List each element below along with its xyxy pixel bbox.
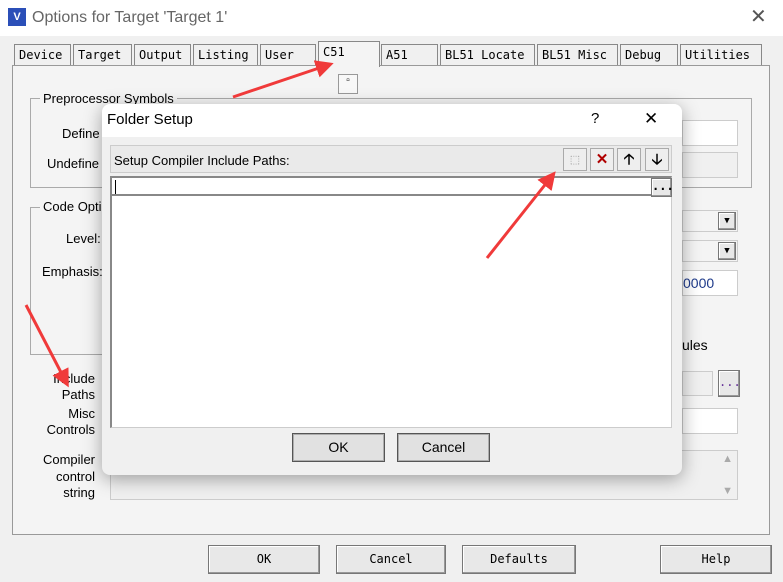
label-line: Include: [53, 371, 95, 386]
close-icon[interactable]: ✕: [644, 109, 658, 129]
undefine-label: Undefine: [47, 156, 100, 171]
chevron-down-icon[interactable]: ▼: [718, 242, 736, 260]
level-label: Level:: [66, 231, 101, 246]
help-icon[interactable]: ?: [591, 110, 599, 127]
folder-setup-dialog: Folder Setup ? ✕ Setup Compiler Include …: [102, 104, 682, 475]
tab-c51[interactable]: C51: [318, 41, 380, 67]
paths-list[interactable]: ...: [110, 176, 674, 428]
dialog-title-bar: Folder Setup ? ✕: [102, 104, 682, 137]
include-paths-label: Include Paths: [30, 371, 95, 403]
close-icon[interactable]: ✕: [750, 4, 767, 29]
scroll-down-icon[interactable]: ▼: [722, 485, 733, 497]
path-input[interactable]: [112, 178, 652, 196]
group-label: Code Opti: [40, 199, 105, 214]
new-folder-icon[interactable]: ⬚: [563, 148, 587, 171]
label-line: Controls: [46, 422, 95, 437]
undefine-input[interactable]: [682, 152, 738, 178]
level-select[interactable]: ▼: [682, 210, 738, 232]
define-label: Define: [62, 126, 100, 141]
move-down-icon[interactable]: 🡣: [645, 148, 669, 171]
label-line: string: [63, 485, 95, 500]
tab-listing[interactable]: Listing: [193, 44, 258, 66]
window-title: Options for Target 'Target 1': [32, 9, 228, 26]
label-line: control: [55, 468, 95, 484]
label-line: Misc: [68, 406, 95, 421]
browse-button[interactable]: ...: [651, 178, 674, 197]
misc-controls-label: Misc Controls: [30, 406, 95, 438]
tab-target[interactable]: Target: [73, 44, 132, 66]
tab-device[interactable]: Device: [14, 44, 71, 66]
misc-controls-input[interactable]: [682, 408, 738, 434]
scroll-up-icon[interactable]: ▲: [722, 453, 733, 465]
include-paths-input[interactable]: [682, 371, 713, 396]
tab-user[interactable]: User: [260, 44, 316, 66]
emphasis-select[interactable]: ▼: [682, 240, 738, 262]
define-input[interactable]: [682, 120, 738, 146]
tab-bl51-locate[interactable]: BL51 Locate: [440, 44, 535, 66]
title-bar: V Options for Target 'Target 1' ✕: [0, 0, 783, 36]
paths-header: Setup Compiler Include Paths:: [110, 145, 672, 173]
move-up-icon[interactable]: 🡡: [617, 148, 641, 171]
tab-a51[interactable]: A51: [381, 44, 438, 66]
text-cursor: [115, 180, 116, 194]
tab-utilities[interactable]: Utilities: [680, 44, 762, 66]
include-paths-browse-button[interactable]: ...: [718, 370, 741, 397]
rules-text: ules: [682, 337, 708, 353]
label-line: Compiler: [42, 452, 95, 467]
emphasis-label: Emphasis:: [42, 264, 103, 279]
tab-debug[interactable]: Debug: [620, 44, 678, 66]
delete-icon[interactable]: ✕: [590, 148, 614, 171]
tab-bl51-misc[interactable]: BL51 Misc: [537, 44, 618, 66]
chevron-down-icon[interactable]: ▼: [718, 212, 736, 230]
paths-header-label: Setup Compiler Include Paths:: [114, 153, 290, 168]
label-line: Paths: [61, 387, 95, 402]
dialog-title: Folder Setup: [107, 111, 193, 128]
dialog-cancel-button[interactable]: Cancel: [397, 433, 490, 462]
cancel-button[interactable]: Cancel: [336, 545, 446, 574]
tab-output[interactable]: Output: [134, 44, 191, 66]
ok-button[interactable]: OK: [208, 545, 320, 574]
uvision-icon: V: [8, 8, 26, 26]
help-button[interactable]: Help: [660, 545, 772, 574]
defaults-button[interactable]: Defaults: [462, 545, 576, 574]
new-folder-icon: ▫: [338, 74, 358, 94]
value-field[interactable]: 0000: [682, 270, 738, 296]
compiler-string-label: Compiler control string: [30, 452, 95, 502]
dialog-ok-button[interactable]: OK: [292, 433, 385, 462]
